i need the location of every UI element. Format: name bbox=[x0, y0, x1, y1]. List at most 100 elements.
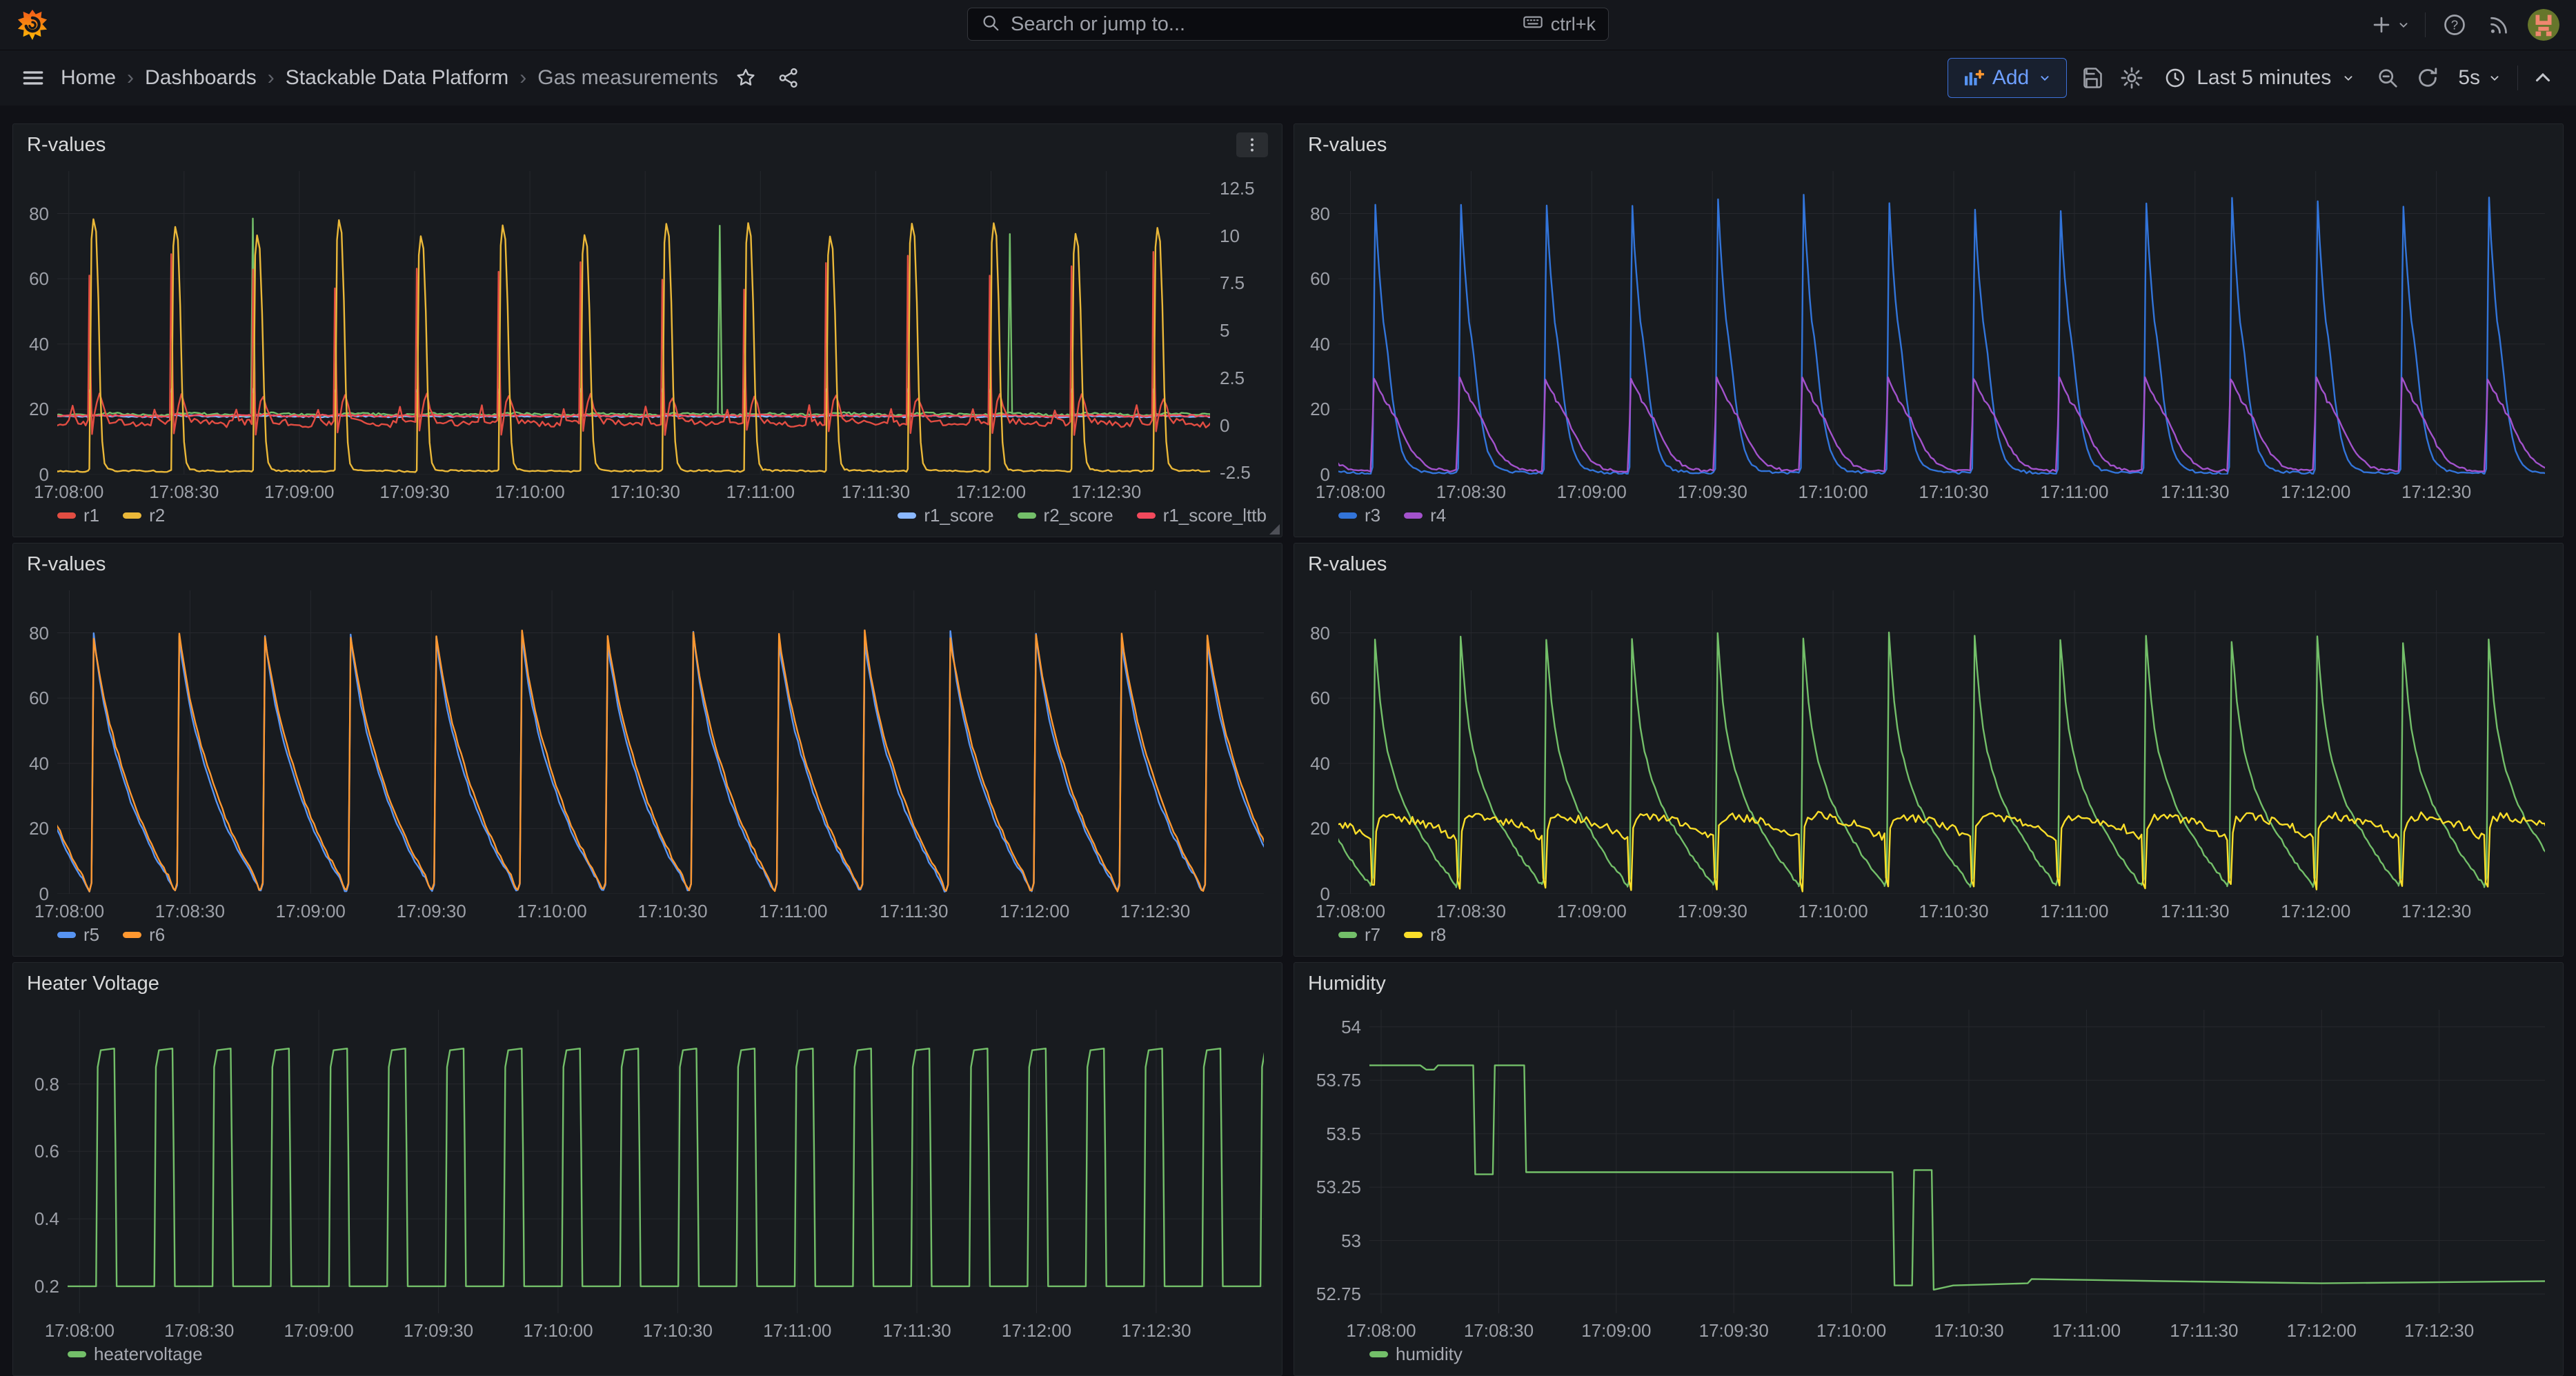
help-icon: ? bbox=[2442, 12, 2467, 37]
new-menu-button[interactable] bbox=[2370, 13, 2411, 37]
chart-canvas[interactable] bbox=[57, 590, 1264, 894]
x-axis-label: 17:10:00 bbox=[495, 481, 565, 502]
chart-area[interactable]: 02040608017:08:0017:08:3017:09:0017:09:3… bbox=[1294, 160, 2563, 505]
legend-item-r5[interactable]: r5 bbox=[57, 924, 99, 946]
chart-area[interactable]: 02040608017:08:0017:08:3017:09:0017:09:3… bbox=[13, 579, 1282, 924]
chart-canvas[interactable] bbox=[1369, 1010, 2545, 1313]
mega-menu-button[interactable] bbox=[18, 63, 48, 93]
y-axis-label: 0.8 bbox=[34, 1074, 59, 1095]
y-axis-label: 53 bbox=[1341, 1230, 1361, 1251]
x-axis-label: 17:12:00 bbox=[2281, 901, 2350, 921]
legend-item-humidity[interactable]: humidity bbox=[1369, 1344, 1463, 1365]
search-shortcut: ctrl+k bbox=[1522, 11, 1596, 38]
legend-item-r4[interactable]: r4 bbox=[1404, 505, 1446, 526]
legend-item-r2[interactable]: r2 bbox=[123, 505, 165, 526]
x-axis-label: 17:10:30 bbox=[1919, 481, 1988, 502]
dashboard-grid: R-values 020406080-2.502.557.51012.517:0… bbox=[0, 106, 2576, 1376]
chart-area[interactable]: 02040608017:08:0017:08:3017:09:0017:09:3… bbox=[1294, 579, 2563, 924]
y-axis-label: 80 bbox=[1310, 623, 1330, 644]
add-panel-button[interactable]: Add bbox=[1948, 58, 2067, 98]
x-axis-label: 17:10:00 bbox=[1798, 901, 1867, 921]
kebab-menu-icon bbox=[1243, 136, 1261, 154]
legend-item-r3[interactable]: r3 bbox=[1338, 505, 1380, 526]
user-avatar[interactable] bbox=[2528, 9, 2559, 41]
breadcrumb-dashboards[interactable]: Dashboards bbox=[145, 66, 257, 90]
panel-title[interactable]: R-values bbox=[27, 134, 106, 157]
legend-item-r1_score[interactable]: r1_score bbox=[898, 505, 993, 526]
chart-area[interactable]: 020406080-2.502.557.51012.517:08:0017:08… bbox=[13, 160, 1282, 505]
breadcrumb-separator: › bbox=[519, 66, 526, 90]
time-range-label: Last 5 minutes bbox=[2197, 66, 2331, 90]
y-axis-label: 40 bbox=[1310, 334, 1330, 355]
save-dashboard-button[interactable] bbox=[2077, 63, 2107, 93]
time-range-picker[interactable]: Last 5 minutes bbox=[2157, 66, 2363, 90]
refresh-button[interactable] bbox=[2412, 63, 2443, 93]
collapse-toolbar-button[interactable] bbox=[2528, 63, 2558, 93]
refresh-interval-picker[interactable]: 5s bbox=[2453, 66, 2508, 90]
breadcrumb-separator: › bbox=[127, 66, 134, 90]
panel-menu-button[interactable] bbox=[1236, 132, 1268, 157]
panel-title[interactable]: R-values bbox=[1308, 553, 1387, 576]
bar-chart-plus-icon bbox=[1962, 67, 1984, 89]
x-axis-label: 17:10:30 bbox=[1919, 901, 1988, 921]
legend-item-r8[interactable]: r8 bbox=[1404, 924, 1446, 946]
y-axis-label: 20 bbox=[29, 399, 49, 419]
chart-canvas[interactable] bbox=[68, 1010, 1264, 1313]
favorite-button[interactable] bbox=[731, 63, 761, 93]
zoom-out-icon bbox=[2375, 66, 2400, 90]
y-axis-label: 80 bbox=[1310, 203, 1330, 224]
x-axis-label: 17:12:00 bbox=[1002, 1320, 1071, 1341]
panel-title[interactable]: Heater Voltage bbox=[27, 973, 159, 995]
x-axis-label: 17:11:30 bbox=[880, 901, 948, 921]
x-axis-label: 17:12:30 bbox=[2401, 481, 2471, 502]
x-axis-label: 17:09:00 bbox=[1557, 901, 1627, 921]
gear-icon bbox=[2119, 66, 2144, 90]
chart-area[interactable]: 52.755353.2553.553.755417:08:0017:08:301… bbox=[1294, 999, 2563, 1344]
search-input[interactable]: Search or jump to... ctrl+k bbox=[967, 8, 1609, 41]
breadcrumb-folder[interactable]: Stackable Data Platform bbox=[286, 66, 508, 90]
y-axis-label: 20 bbox=[29, 818, 49, 839]
y-axis-label: 60 bbox=[1310, 268, 1330, 289]
panel-title[interactable]: Humidity bbox=[1308, 973, 1386, 995]
help-button[interactable]: ? bbox=[2439, 10, 2470, 40]
x-axis-label: 17:09:00 bbox=[264, 481, 334, 502]
divider bbox=[2517, 66, 2518, 90]
panel-header: R-values bbox=[13, 544, 1282, 579]
legend-swatch bbox=[1338, 512, 1357, 519]
zoom-out-time-button[interactable] bbox=[2372, 63, 2403, 93]
legend-label: r7 bbox=[1365, 924, 1380, 946]
breadcrumb-current: Gas measurements bbox=[537, 66, 718, 90]
legend-swatch bbox=[1404, 512, 1423, 519]
dashboard-settings-button[interactable] bbox=[2117, 63, 2147, 93]
y-axis-right-label: 12.5 bbox=[1220, 178, 1255, 199]
y-axis-label: 60 bbox=[29, 688, 49, 708]
chart-area[interactable]: 0.20.40.60.817:08:0017:08:3017:09:0017:0… bbox=[13, 999, 1282, 1344]
news-button[interactable] bbox=[2484, 10, 2514, 40]
y-axis-label: 52.75 bbox=[1316, 1284, 1361, 1304]
chart-canvas[interactable] bbox=[57, 171, 1210, 475]
panel-r-values-4: R-values 02040608017:08:0017:08:3017:09:… bbox=[1294, 543, 2564, 957]
chart-canvas[interactable] bbox=[1338, 590, 2545, 894]
legend-swatch bbox=[57, 932, 76, 938]
legend-label: r3 bbox=[1365, 505, 1380, 526]
y-axis-label: 60 bbox=[29, 268, 49, 289]
chart-canvas[interactable] bbox=[1338, 171, 2545, 475]
share-button[interactable] bbox=[773, 63, 804, 93]
grafana-logo-icon[interactable] bbox=[17, 9, 48, 41]
legend-item-r2_score[interactable]: r2_score bbox=[1018, 505, 1113, 526]
x-axis-label: 17:08:30 bbox=[155, 901, 225, 921]
legend-item-heatervoltage[interactable]: heatervoltage bbox=[68, 1344, 203, 1365]
legend-item-r6[interactable]: r6 bbox=[123, 924, 165, 946]
panel-title[interactable]: R-values bbox=[1308, 134, 1387, 157]
legend-label: r4 bbox=[1430, 505, 1446, 526]
y-axis-right-label: 5 bbox=[1220, 320, 1229, 341]
panel-title[interactable]: R-values bbox=[27, 553, 106, 576]
breadcrumb-separator: › bbox=[268, 66, 275, 90]
legend-item-r7[interactable]: r7 bbox=[1338, 924, 1380, 946]
legend-item-r1[interactable]: r1 bbox=[57, 505, 99, 526]
resize-grip[interactable] bbox=[1269, 524, 1280, 535]
legend-item-r1_score_lttb[interactable]: r1_score_lttb bbox=[1137, 505, 1267, 526]
breadcrumb-home[interactable]: Home bbox=[61, 66, 116, 90]
chevron-up-icon bbox=[2531, 66, 2555, 90]
panel-header: Heater Voltage bbox=[13, 963, 1282, 999]
